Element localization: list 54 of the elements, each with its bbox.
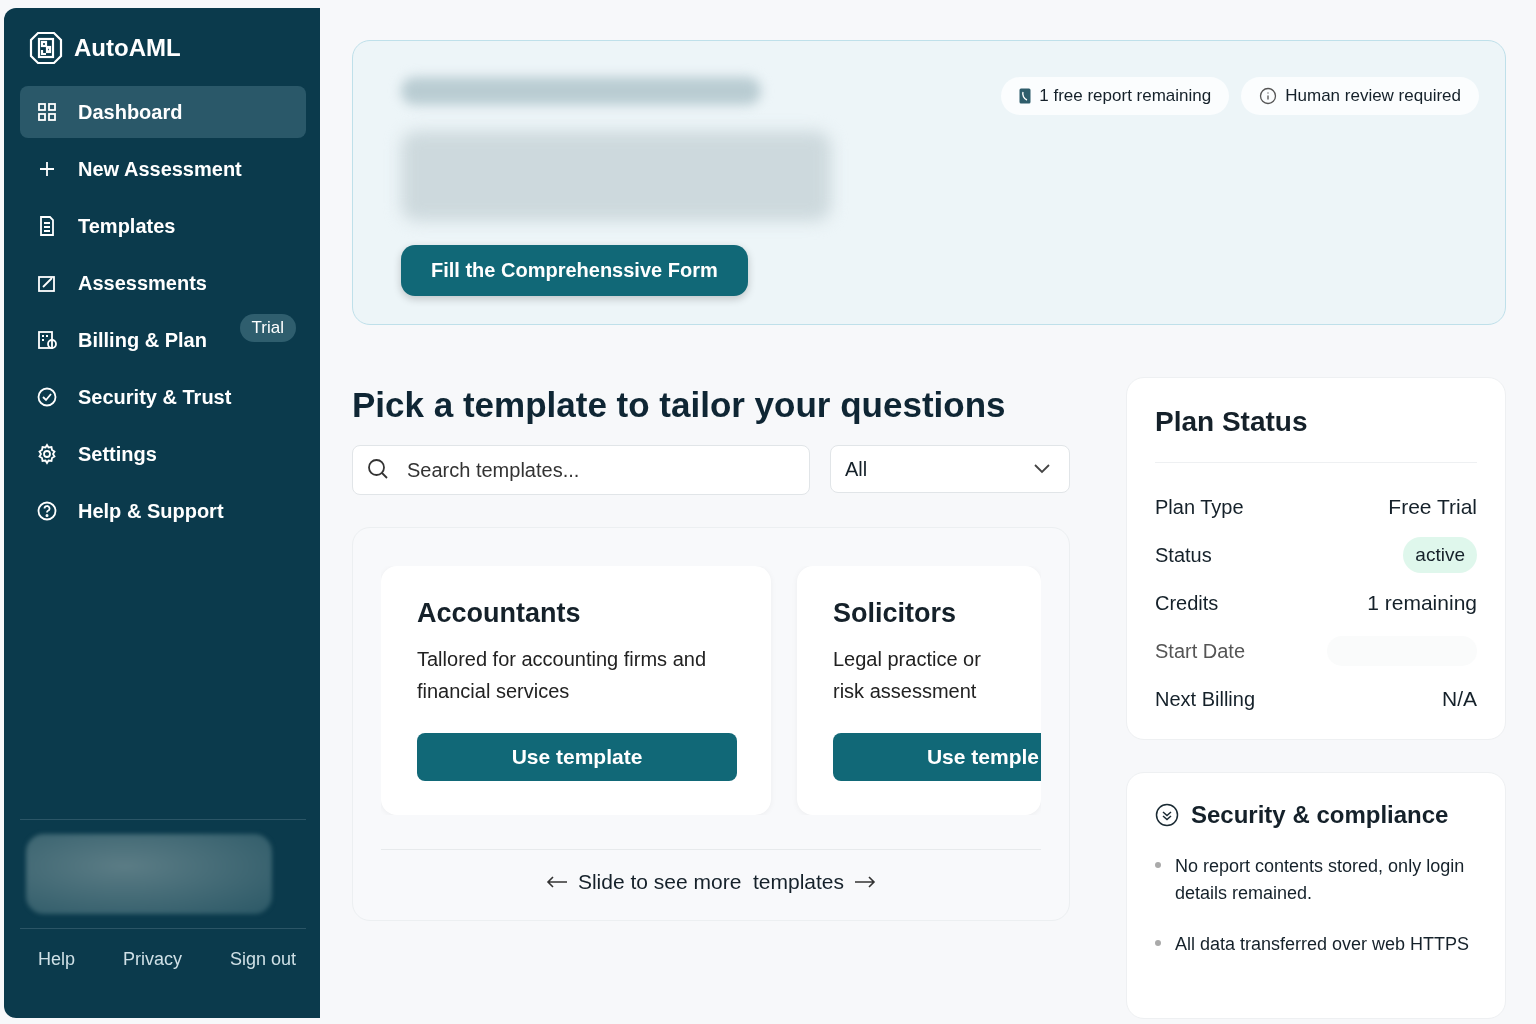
document-icon	[1019, 88, 1032, 104]
field-value: N/A	[1442, 687, 1477, 711]
nav-item[interactable]: New Assessment	[20, 143, 306, 195]
status-badge: active	[1403, 537, 1477, 573]
section-heading: Pick a template to tailor your questions	[352, 385, 1007, 425]
bullet-icon	[1155, 940, 1161, 946]
billing-icon	[36, 329, 58, 351]
check-circle-icon	[36, 386, 58, 408]
filter-dropdown[interactable]: All	[830, 445, 1070, 493]
chevron-down-icon	[1033, 463, 1051, 475]
list-item-text: No report contents stored, only login details remained.	[1175, 855, 1466, 905]
settings-icon	[36, 443, 58, 465]
card-description: Legal practice or risk assessment	[833, 647, 982, 704]
list-item-text: All data transferred over web HTTPS	[1175, 933, 1470, 956]
chevron-circle-icon	[1155, 803, 1179, 827]
field-label: Start Date	[1155, 639, 1246, 663]
field-value: 1 remaining	[1367, 591, 1477, 615]
footer-link[interactable]: Privacy	[122, 949, 182, 970]
search-field[interactable]: Search templates...	[352, 445, 810, 495]
nav-item[interactable]: Assessments	[20, 257, 306, 309]
field-label: Next Billing	[1155, 687, 1256, 711]
field-label: Credits	[1155, 591, 1219, 615]
card-title: Security & compliance	[1191, 801, 1449, 829]
chip-label: Human review required	[1285, 86, 1461, 106]
field-label: Status	[1155, 543, 1212, 567]
fill-form-button[interactable]: Fill the Comprehenssive Form	[401, 245, 748, 296]
chip-label: 1 free report remaining	[1039, 86, 1212, 106]
logo-icon	[28, 30, 64, 66]
slide-hint: Slide to see more templates	[577, 870, 845, 894]
nav-item[interactable]: Security & Trust	[20, 371, 306, 423]
nav-item[interactable]: Templates	[20, 200, 306, 252]
field-label: Plan Type	[1155, 495, 1244, 519]
nav-item[interactable]: Help & Support	[20, 485, 306, 537]
search-icon	[366, 457, 390, 481]
trial-badge: Trial	[239, 314, 296, 342]
use-template-button[interactable]: Use template	[417, 733, 737, 781]
brand-name: AutoAML	[74, 34, 181, 62]
nav-item[interactable]: Billing & Plan Trial	[20, 314, 306, 366]
nav-item[interactable]: Dashboard	[20, 86, 306, 138]
grid-icon	[36, 101, 58, 123]
arrow-left-icon	[545, 876, 568, 888]
use-template-button[interactable]: Use temple	[833, 733, 1041, 781]
card-description: Tallored for accounting firms and financial services	[417, 647, 708, 704]
field-value: Free Trial	[1388, 495, 1477, 519]
footer-link[interactable]: Sign out	[229, 949, 296, 970]
footer-link[interactable]: Help	[38, 949, 76, 970]
bullet-icon	[1155, 862, 1161, 868]
card-title: Plan Status	[1155, 406, 1477, 463]
info-icon	[1259, 87, 1278, 105]
nav-item[interactable]: Settings	[20, 428, 306, 480]
card-title: Accountants	[417, 598, 582, 629]
card-title: Solicitors	[833, 598, 958, 629]
help-icon	[36, 500, 58, 522]
arrow-right-icon	[854, 876, 877, 888]
